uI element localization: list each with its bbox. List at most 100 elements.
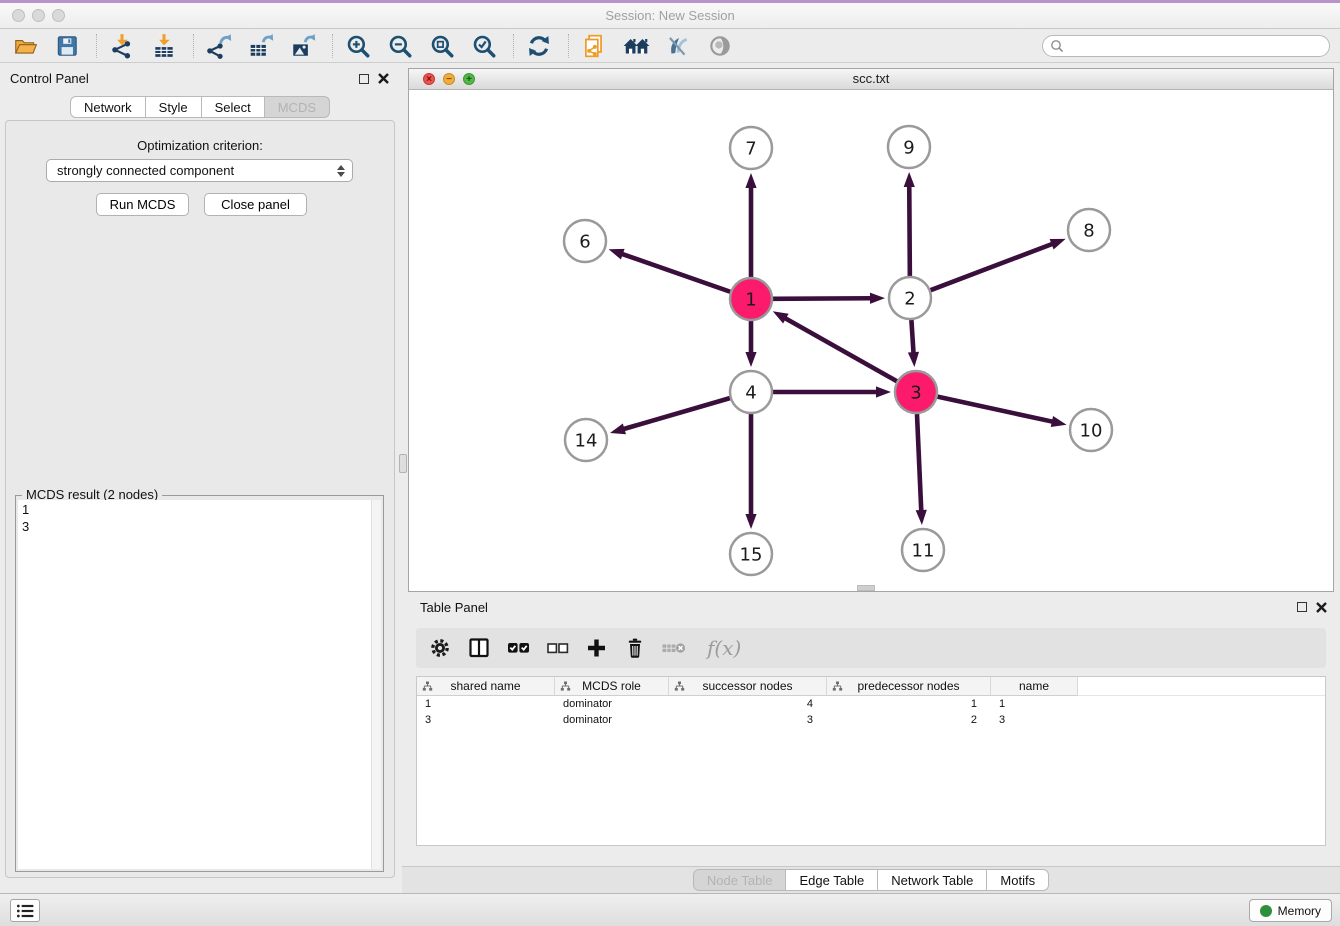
table-cell[interactable]: 1: [827, 696, 991, 712]
search-input[interactable]: [1068, 38, 1329, 54]
graph-node-7[interactable]: 7: [730, 127, 772, 169]
net-close-icon[interactable]: [423, 73, 435, 85]
tab-node-table[interactable]: Node Table: [693, 869, 787, 891]
table-cell[interactable]: 4: [669, 696, 827, 712]
export-image-button[interactable]: [288, 32, 318, 60]
graph-edge-3-1[interactable]: [784, 318, 897, 382]
tab-network[interactable]: Network: [70, 96, 146, 118]
tab-style[interactable]: Style: [146, 96, 202, 118]
graph-edge-4-14[interactable]: [622, 398, 729, 429]
control-panel-close-icon[interactable]: [377, 72, 390, 90]
function-builder-button[interactable]: f(x): [699, 634, 743, 662]
criterion-dropdown[interactable]: strongly connected component: [46, 159, 353, 182]
table-row[interactable]: 3dominator323: [417, 712, 1325, 728]
graph-node-8[interactable]: 8: [1068, 209, 1110, 251]
graph-edge-2-3[interactable]: [911, 320, 913, 354]
graph-edge-1-2[interactable]: [773, 298, 872, 299]
graph-node-15[interactable]: 15: [730, 533, 772, 575]
import-network-button[interactable]: [107, 32, 137, 60]
add-column-button[interactable]: [582, 634, 610, 662]
window-minimize-icon[interactable]: [32, 9, 45, 22]
close-panel-button[interactable]: Close panel: [204, 193, 307, 216]
graph-edge-arrowhead: [773, 311, 789, 323]
import-table-button[interactable]: [149, 32, 179, 60]
control-panel-float-icon[interactable]: [359, 74, 369, 84]
graph-edge-3-11[interactable]: [917, 414, 921, 512]
table-cell[interactable]: dominator: [555, 696, 669, 712]
run-mcds-button[interactable]: Run MCDS: [96, 193, 189, 216]
clone-network-button[interactable]: [579, 32, 609, 60]
tab-motifs[interactable]: Motifs: [987, 869, 1049, 891]
save-button[interactable]: [52, 32, 82, 60]
delete-column-button[interactable]: [660, 634, 688, 662]
open-button[interactable]: [10, 32, 40, 60]
graph-edge-3-10[interactable]: [937, 397, 1053, 422]
graph-edge-2-8[interactable]: [931, 243, 1054, 290]
graph-node-1[interactable]: 1: [730, 278, 772, 320]
table-cell[interactable]: 2: [827, 712, 991, 728]
task-history-button[interactable]: [10, 899, 40, 922]
tab-edge-table[interactable]: Edge Table: [786, 869, 878, 891]
tab-select[interactable]: Select: [202, 96, 265, 118]
table-cell[interactable]: 3: [669, 712, 827, 728]
graph-node-4[interactable]: 4: [730, 371, 772, 413]
column-header-mcds-role[interactable]: MCDS role: [555, 677, 669, 696]
home-button[interactable]: [621, 32, 651, 60]
table-cell[interactable]: 1: [991, 696, 1078, 712]
select-all-button[interactable]: [504, 634, 532, 662]
graph-node-11[interactable]: 11: [902, 529, 944, 571]
tab-network-table[interactable]: Network Table: [878, 869, 987, 891]
table-cell[interactable]: dominator: [555, 712, 669, 728]
zoom-out-button[interactable]: [385, 32, 415, 60]
column-header-successor-nodes[interactable]: successor nodes: [669, 677, 827, 696]
network-canvas[interactable]: 7 9 6 8 1 2 4 3 14 10 15 11: [409, 90, 1333, 591]
show-columns-button[interactable]: [465, 634, 493, 662]
tab-mcds[interactable]: MCDS: [265, 96, 330, 118]
splitter-handle[interactable]: [399, 454, 407, 473]
net-minimize-icon[interactable]: [443, 73, 455, 85]
graph-node-9[interactable]: 9: [888, 126, 930, 168]
graph-node-14[interactable]: 14: [565, 419, 607, 461]
net-zoom-icon[interactable]: [463, 73, 475, 85]
app-title: Session: New Session: [0, 3, 1340, 28]
shared-column-icon: [674, 681, 685, 692]
window-close-icon[interactable]: [12, 9, 25, 22]
table-panel-float-icon[interactable]: [1297, 602, 1307, 612]
table-cell[interactable]: 3: [417, 712, 555, 728]
column-header-predecessor-nodes[interactable]: predecessor nodes: [827, 677, 991, 696]
mcds-result-area[interactable]: 1 3: [18, 500, 381, 869]
table-settings-button[interactable]: [426, 634, 454, 662]
select-all-icon: [506, 636, 531, 660]
table-panel-close-icon[interactable]: [1315, 601, 1328, 619]
graph-node-3[interactable]: 3: [895, 371, 937, 413]
graph-node-2[interactable]: 2: [889, 277, 931, 319]
canvas-resize-handle[interactable]: [857, 585, 875, 591]
zoom-selected-button[interactable]: [469, 32, 499, 60]
network-window-titlebar[interactable]: scc.txt: [409, 69, 1333, 90]
column-header-name[interactable]: name: [991, 677, 1078, 696]
refresh-button[interactable]: [524, 32, 554, 60]
search-box[interactable]: [1042, 35, 1330, 57]
graph-edge-2-9[interactable]: [909, 185, 910, 276]
table-cell[interactable]: 3: [991, 712, 1078, 728]
zoom-fit-button[interactable]: [427, 32, 457, 60]
zoom-in-button[interactable]: [343, 32, 373, 60]
graph-node-10[interactable]: 10: [1070, 409, 1112, 451]
graph-edge-1-6[interactable]: [621, 254, 730, 292]
control-panel-title: Control Panel: [10, 71, 89, 86]
result-scrollbar[interactable]: [371, 500, 381, 869]
column-header-shared-name[interactable]: shared name: [417, 677, 555, 696]
svg-text:11: 11: [912, 541, 935, 562]
export-network-button[interactable]: [204, 32, 234, 60]
table-cell[interactable]: 1: [417, 696, 555, 712]
export-table-button[interactable]: [246, 32, 276, 60]
table-row[interactable]: 1dominator411: [417, 696, 1325, 712]
window-zoom-icon[interactable]: [52, 9, 65, 22]
deselect-all-button[interactable]: [543, 634, 571, 662]
memory-button[interactable]: Memory: [1249, 899, 1332, 922]
delete-button[interactable]: [621, 634, 649, 662]
graph-node-6[interactable]: 6: [564, 220, 606, 262]
visibility-button[interactable]: [705, 32, 735, 60]
deselect-all-icon: [545, 636, 570, 660]
style-button[interactable]: [663, 32, 693, 60]
